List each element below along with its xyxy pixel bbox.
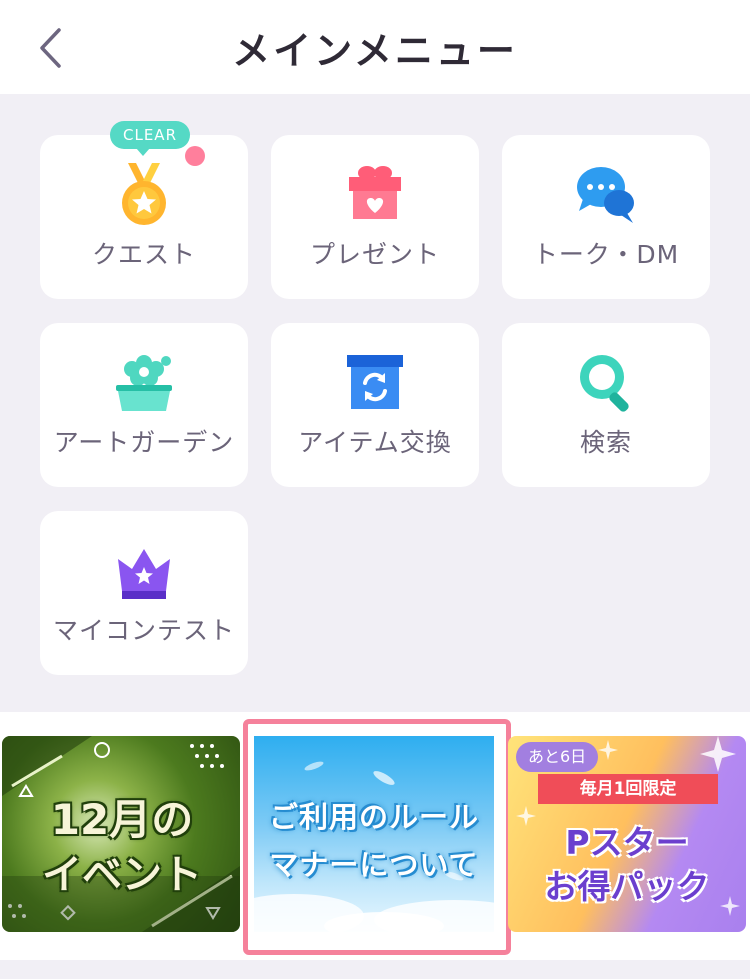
monthly-limit-ribbon: 毎月1回限定	[538, 774, 718, 804]
menu-item-label: アートガーデン	[53, 428, 235, 457]
menu-item-art-garden[interactable]: アートガーデン	[40, 323, 248, 487]
menu-item-present[interactable]: プレゼント	[271, 135, 479, 299]
menu-item-quest[interactable]: CLEAR クエスト	[40, 121, 248, 299]
menu-item-label: プレゼント	[309, 240, 440, 269]
menu-item-talk-dm[interactable]: トーク・DM	[502, 135, 710, 299]
search-icon	[580, 355, 629, 412]
banner-title-line1: ご利用のルール	[268, 800, 479, 834]
banner-title-line2: お得パック	[544, 867, 710, 906]
banner-pstar-pack[interactable]: あと6日 毎月1回限定 Pスター お得パック	[508, 736, 746, 932]
menu-item-search[interactable]: 検索	[502, 323, 710, 487]
page-title: メインメニュー	[232, 29, 518, 73]
menu-item-label: 検索	[579, 428, 632, 457]
chat-bubbles-icon	[577, 167, 634, 223]
banner-december-event[interactable]: 12月の イベント	[2, 736, 240, 932]
flower-pot-icon	[116, 355, 172, 411]
menu-item-item-exchange[interactable]: アイテム交換	[271, 323, 479, 487]
banner-title-line2: イベント	[42, 852, 202, 898]
banner-rules-manners[interactable]: ご利用のルール マナーについて	[254, 736, 494, 932]
days-remaining-badge: あと6日	[516, 742, 599, 772]
menu-item-label: アイテム交換	[298, 428, 452, 457]
menu-item-my-contest[interactable]: マイコンテスト	[40, 511, 248, 675]
menu-item-label: マイコンテスト	[52, 616, 235, 645]
bottom-spacer	[0, 960, 750, 979]
exchange-box-icon	[347, 355, 403, 409]
gift-icon	[349, 166, 401, 219]
banner-title-line2: マナーについて	[269, 848, 479, 882]
crown-icon	[118, 549, 170, 599]
menu-item-label: トーク・DM	[532, 240, 680, 269]
banner-title-line1: Pスター	[565, 823, 689, 862]
header-bar: メインメニュー	[0, 0, 750, 94]
medal-icon	[122, 163, 166, 225]
banner-title-line1: 12月の	[50, 795, 194, 844]
menu-item-label: クエスト	[91, 240, 196, 269]
clear-badge: CLEAR	[110, 121, 190, 156]
